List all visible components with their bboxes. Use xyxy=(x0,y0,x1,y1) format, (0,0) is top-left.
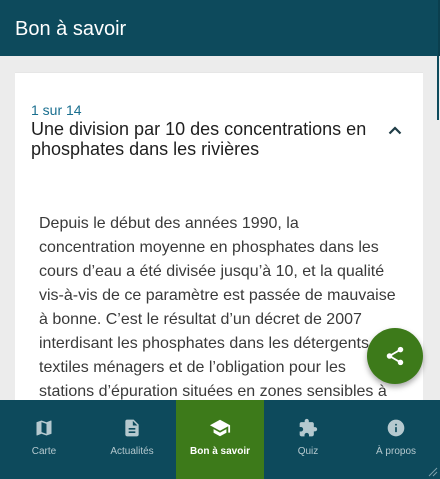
info-icon xyxy=(384,416,408,440)
card-counter: 1 sur 14 xyxy=(31,102,82,118)
nav-item-actualites[interactable]: Actualités xyxy=(88,400,176,479)
scroll-edge-indicator xyxy=(437,56,439,120)
nav-item-quiz[interactable]: Quiz xyxy=(264,400,352,479)
nav-item-carte[interactable]: Carte xyxy=(0,400,88,479)
share-button[interactable] xyxy=(367,328,423,384)
resize-grip-icon[interactable] xyxy=(426,465,438,477)
card-body-text: Depuis le début des années 1990, la conc… xyxy=(39,215,396,400)
collapse-button[interactable] xyxy=(382,118,408,142)
card-title: Une division par 10 des concentrations e… xyxy=(31,119,367,159)
bottom-navigation: Carte Actualités Bon à savoir Quiz À pro… xyxy=(0,400,440,479)
nav-label: Actualités xyxy=(110,446,154,457)
nav-label: Carte xyxy=(31,446,57,457)
share-icon xyxy=(386,346,404,366)
puzzle-icon xyxy=(296,416,320,440)
chevron-up-icon xyxy=(388,125,402,134)
nav-label: Quiz xyxy=(297,446,319,457)
map-icon xyxy=(32,416,56,440)
article-icon xyxy=(120,416,144,440)
app-bar: Bon à savoir xyxy=(0,0,440,56)
card-divider xyxy=(15,72,423,73)
nav-item-bon-a-savoir[interactable]: Bon à savoir xyxy=(176,400,264,479)
nav-label: À propos xyxy=(375,446,417,457)
school-icon xyxy=(208,416,232,440)
nav-label: Bon à savoir xyxy=(189,446,251,457)
page-title: Bon à savoir xyxy=(15,18,127,40)
